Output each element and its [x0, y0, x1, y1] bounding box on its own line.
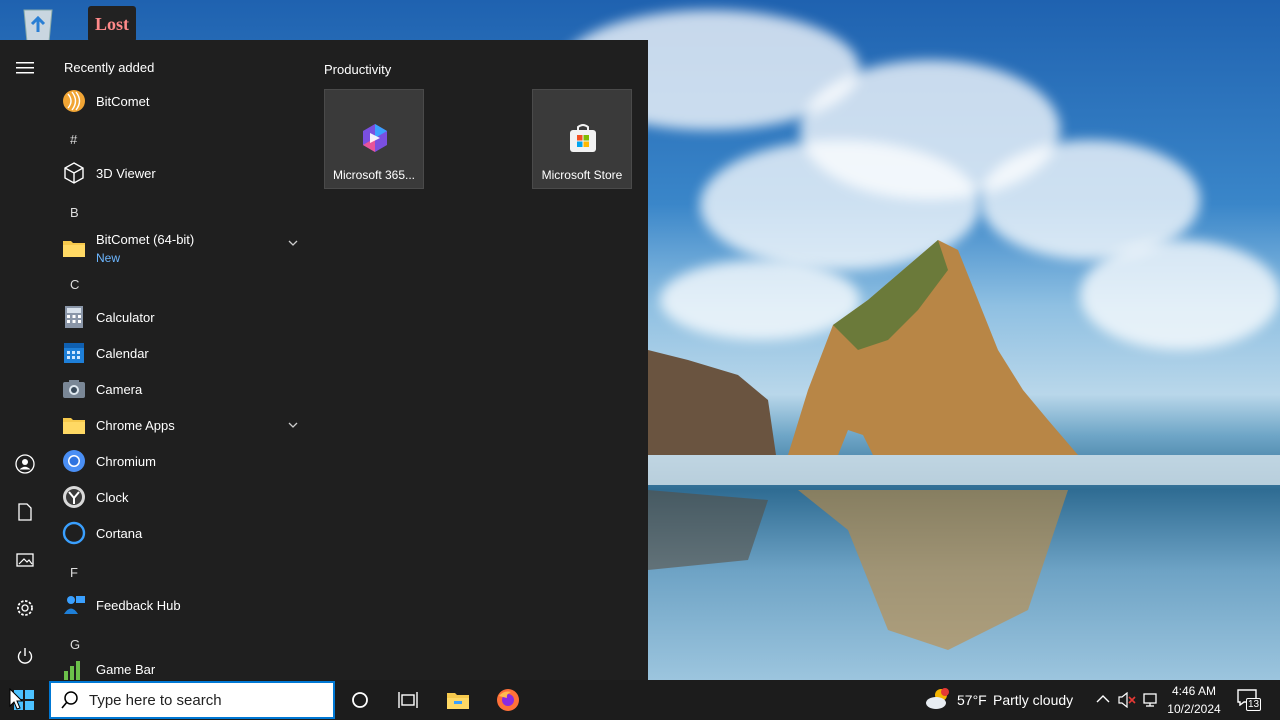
app-label: BitComet (64-bit): [96, 232, 195, 247]
app-label: 3D Viewer: [96, 165, 156, 181]
app-label: Clock: [96, 489, 129, 505]
folder-icon: [62, 236, 86, 260]
cortana-icon: [62, 521, 86, 545]
app-chromium[interactable]: Chromium: [62, 444, 310, 478]
microsoft-store-icon: [570, 124, 596, 152]
letter-header-g[interactable]: G: [70, 637, 80, 652]
start-menu: Recently added BitComet # 3D Viewer B Bi…: [0, 40, 648, 680]
cube-icon: [62, 161, 86, 185]
cortana-circle-icon: [352, 692, 368, 708]
hamburger-icon: [16, 62, 34, 74]
app-label: Game Bar: [96, 661, 156, 677]
lost-app-icon[interactable]: Lost: [88, 6, 136, 42]
recently-added-heading: Recently added: [64, 60, 155, 75]
search-box[interactable]: [49, 681, 335, 719]
weather-temperature[interactable]: 57°F: [957, 692, 987, 708]
weather-description[interactable]: Partly cloudy: [993, 692, 1073, 708]
chevron-up-icon[interactable]: [1096, 694, 1110, 704]
volume-muted-icon[interactable]: [1118, 692, 1136, 708]
power-icon: [17, 648, 33, 664]
system-clock[interactable]: 4:46 AM 10/2/2024: [1160, 682, 1228, 718]
app-label: Chromium: [96, 453, 156, 469]
letter-header-c[interactable]: C: [70, 277, 79, 292]
app-label: Calendar: [96, 345, 149, 361]
chromium-icon: [62, 449, 86, 473]
app-game-bar[interactable]: Game Bar: [62, 652, 310, 680]
notification-count-badge: 13: [1246, 698, 1262, 711]
mouse-cursor-icon: [9, 688, 23, 710]
search-icon: [61, 691, 78, 709]
user-icon: [15, 454, 35, 474]
app-label: Chrome Apps: [96, 417, 175, 433]
gamebar-icon: [62, 657, 86, 680]
clock-time: 4:46 AM: [1171, 684, 1217, 698]
network-icon[interactable]: [1142, 692, 1160, 708]
lost-app-label: Lost: [94, 13, 129, 34]
rock-arch-scene: [648, 240, 1280, 650]
app-list[interactable]: Recently added BitComet # 3D Viewer B Bi…: [50, 40, 312, 680]
app-3d-viewer[interactable]: 3D Viewer: [62, 156, 310, 190]
app-calculator[interactable]: Calculator: [62, 300, 310, 334]
calendar-icon: [62, 341, 86, 365]
app-label: Feedback Hub: [96, 597, 181, 613]
letter-header-b[interactable]: B: [70, 205, 79, 220]
pictures-button[interactable]: [9, 544, 41, 576]
tile-label: Microsoft Store: [541, 168, 623, 182]
app-cortana[interactable]: Cortana: [62, 516, 310, 550]
task-view-icon: [398, 692, 418, 708]
camera-icon: [62, 377, 86, 401]
app-label: BitComet: [96, 93, 150, 109]
action-center-button[interactable]: 13: [1236, 688, 1264, 714]
app-label: Cortana: [96, 525, 143, 541]
recycle-bin-icon[interactable]: [14, 4, 62, 44]
letter-header-f[interactable]: F: [70, 565, 78, 580]
app-bitcomet[interactable]: BitComet: [62, 84, 310, 118]
settings-button[interactable]: [9, 592, 41, 624]
file-explorer-button[interactable]: [434, 680, 482, 720]
taskbar: 57°F Partly cloudy 4:46 AM 10/2/2024 13: [0, 680, 1280, 720]
search-input[interactable]: [89, 691, 319, 709]
app-bitcomet-64-folder[interactable]: BitComet (64-bit) New: [62, 228, 310, 268]
cortana-button[interactable]: [336, 680, 384, 720]
app-label: Calculator: [96, 309, 155, 325]
calculator-icon: [62, 305, 86, 329]
start-rail: [0, 40, 50, 680]
folder-icon: [62, 413, 86, 437]
feedback-icon: [62, 593, 86, 617]
letter-header-hash[interactable]: #: [70, 132, 77, 147]
clock-date: 10/2/2024: [1167, 702, 1221, 716]
app-chrome-apps-folder[interactable]: Chrome Apps: [62, 408, 310, 442]
document-icon: [18, 503, 32, 521]
task-view-button[interactable]: [384, 680, 432, 720]
clock-icon: [62, 485, 86, 509]
chevron-down-icon[interactable]: [288, 238, 298, 248]
gear-icon: [17, 600, 33, 616]
account-button[interactable]: [9, 448, 41, 480]
firefox-icon: [497, 689, 519, 711]
app-camera[interactable]: Camera: [62, 372, 310, 406]
documents-button[interactable]: [9, 496, 41, 528]
app-text: BitComet (64-bit) New: [96, 231, 194, 265]
power-button[interactable]: [9, 640, 41, 672]
file-explorer-icon: [447, 693, 469, 709]
new-badge: New: [96, 251, 121, 265]
app-calendar[interactable]: Calendar: [62, 336, 310, 370]
weather-cloud-icon[interactable]: [925, 686, 951, 712]
firefox-button[interactable]: [484, 680, 532, 720]
hamburger-menu-button[interactable]: [9, 52, 41, 84]
tile-microsoft-365[interactable]: Microsoft 365...: [324, 89, 424, 189]
tile-microsoft-store[interactable]: Microsoft Store: [532, 89, 632, 189]
app-clock[interactable]: Clock: [62, 480, 310, 514]
productivity-group-title[interactable]: Productivity: [324, 62, 391, 77]
chevron-down-icon[interactable]: [288, 420, 298, 430]
app-feedback-hub[interactable]: Feedback Hub: [62, 588, 310, 622]
microsoft-365-icon: [363, 124, 387, 152]
app-label: Camera: [96, 381, 143, 397]
start-button[interactable]: [0, 680, 48, 720]
tiles-area: Productivity Microsoft 365... Microsoft …: [312, 40, 648, 680]
bitcomet-icon: [62, 89, 86, 113]
pictures-icon: [16, 553, 34, 567]
tile-label: Microsoft 365...: [332, 168, 416, 182]
